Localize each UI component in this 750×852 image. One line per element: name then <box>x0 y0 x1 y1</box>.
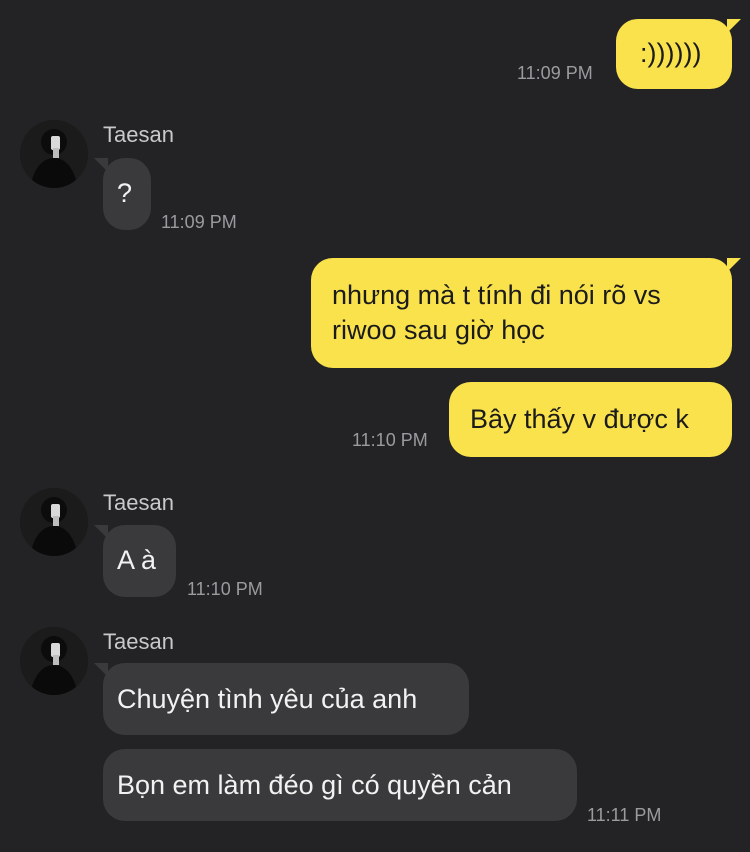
avatar[interactable] <box>20 627 88 695</box>
sender-name: Taesan <box>103 122 174 147</box>
message-timestamp: 11:10 PM <box>352 430 428 450</box>
message-text: Chuyện tình yêu của anh <box>117 684 418 714</box>
profile-photo-avatar-icon <box>20 120 88 188</box>
message-text: A à <box>117 545 157 575</box>
their-message-bubble[interactable]: ? <box>94 158 151 230</box>
message-timestamp: 11:09 PM <box>161 212 237 232</box>
my-message-bubble[interactable]: Bây thấy v được k <box>449 382 732 457</box>
their-message-bubble[interactable]: A à <box>94 525 176 597</box>
message-text: Bọn em làm đéo gì có quyền cản <box>117 770 512 800</box>
my-message-bubble[interactable]: nhưng mà t tính đi nói rõ vs riwoo sau g… <box>311 258 741 368</box>
my-message-bubble[interactable]: :)))))) <box>616 19 741 89</box>
message-text-line-2: riwoo sau giờ học <box>332 315 545 345</box>
message-text: Bây thấy v được k <box>470 404 689 434</box>
profile-photo-avatar-icon <box>20 627 88 695</box>
message-timestamp: 11:11 PM <box>587 805 662 825</box>
chat-window: :)))))) 11:09 PM Taesan ? 11:09 PM nhưng… <box>0 0 750 852</box>
message-text-line-1: nhưng mà t tính đi nói rõ vs <box>332 280 661 310</box>
their-message-bubble[interactable]: Chuyện tình yêu của anh <box>94 663 469 735</box>
their-message-bubble[interactable]: Bọn em làm đéo gì có quyền cản <box>103 749 577 821</box>
message-text: ? <box>117 178 133 208</box>
sender-name: Taesan <box>103 629 174 654</box>
message-text: :)))))) <box>640 38 702 68</box>
sender-name: Taesan <box>103 490 174 515</box>
avatar[interactable] <box>20 488 88 556</box>
message-timestamp: 11:09 PM <box>517 63 593 83</box>
avatar[interactable] <box>20 120 88 188</box>
profile-photo-avatar-icon <box>20 488 88 556</box>
message-timestamp: 11:10 PM <box>187 579 263 599</box>
